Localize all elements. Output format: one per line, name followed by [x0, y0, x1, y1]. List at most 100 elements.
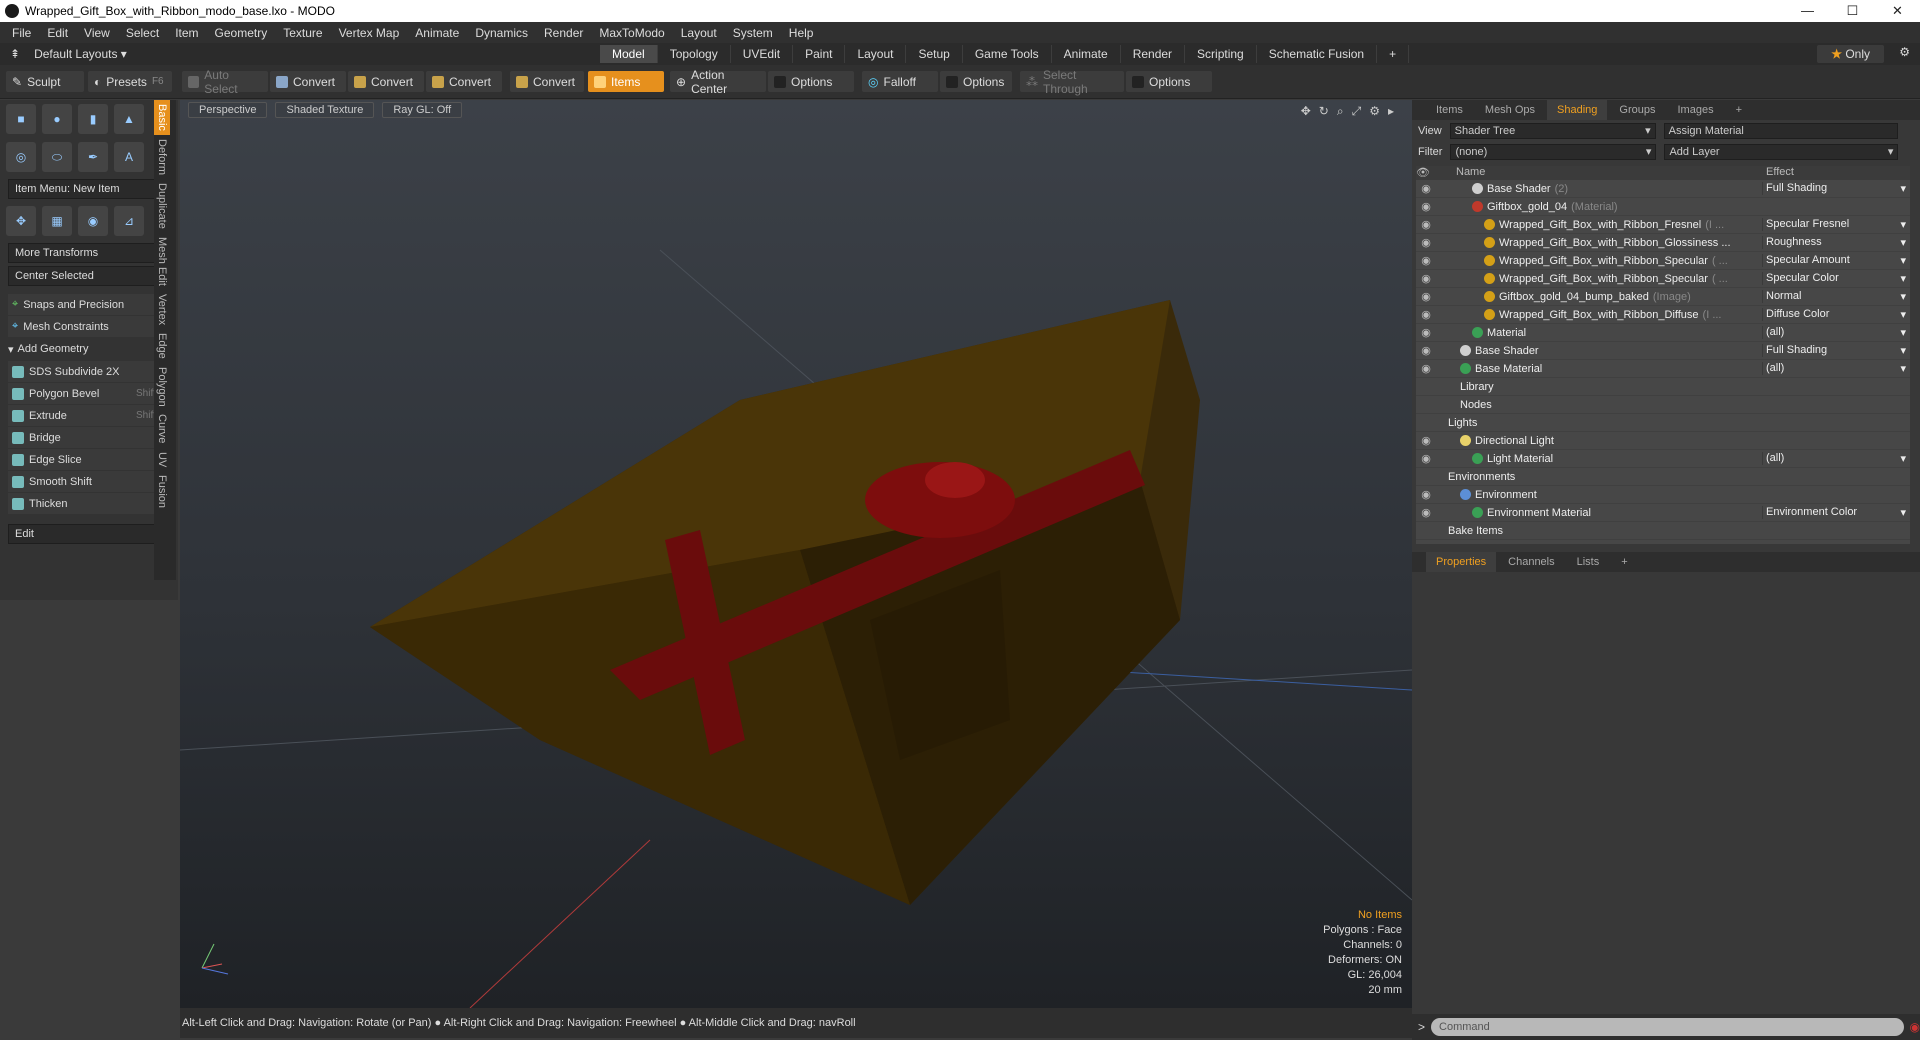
convert-polygons-button[interactable]: Convert — [426, 71, 502, 92]
add-tab-button[interactable]: + — [1377, 45, 1410, 63]
command-input[interactable]: Command — [1431, 1018, 1904, 1036]
convert-materials-button[interactable]: Convert — [510, 71, 584, 92]
items-mode-button[interactable]: Items — [588, 71, 664, 92]
menu-item[interactable]: Item — [167, 26, 206, 40]
tab-game-tools[interactable]: Game Tools — [963, 45, 1052, 63]
vtab-vertex[interactable]: Vertex — [154, 290, 170, 329]
visibility-eye-icon[interactable]: ◉ — [1416, 290, 1436, 303]
shader-tree-row[interactable]: Lights — [1416, 414, 1910, 432]
3d-viewport[interactable]: Perspective Shaded Texture Ray GL: Off ✥… — [180, 100, 1412, 1008]
menu-texture[interactable]: Texture — [275, 26, 330, 40]
vtab-deform[interactable]: Deform — [154, 135, 170, 179]
name-column-header[interactable]: Name — [1436, 166, 1762, 180]
vtab-mesh-edit[interactable]: Mesh Edit — [154, 233, 170, 290]
tab-properties[interactable]: Properties — [1426, 552, 1497, 572]
effect-cell[interactable]: (all) ▾ — [1762, 326, 1910, 339]
tab-paint[interactable]: Paint — [793, 45, 846, 63]
more-transforms-dropdown[interactable]: More Transforms▾ — [8, 243, 170, 263]
zoom-icon[interactable]: ⌕ — [1337, 104, 1344, 119]
shader-tree-row[interactable]: ◉ Wrapped_Gift_Box_with_Ribbon_Specular( … — [1416, 252, 1910, 270]
effect-cell[interactable]: (all) ▾ — [1762, 452, 1910, 465]
gear-icon[interactable]: ⚙ — [1899, 45, 1910, 59]
filter-dropdown[interactable]: (none) ▾ — [1450, 143, 1657, 160]
visibility-eye-icon[interactable]: ◉ — [1416, 488, 1436, 501]
rotate-icon[interactable]: ↻ — [1319, 104, 1329, 119]
only-button[interactable]: ★ Only — [1817, 45, 1884, 63]
effect-cell[interactable]: Full Shading ▾ — [1762, 182, 1910, 195]
move-tool-icon[interactable]: ✥ — [6, 206, 36, 236]
select-through-button[interactable]: ⁂ Select Through — [1020, 68, 1124, 96]
item-menu-dropdown[interactable]: Item Menu: New Item▾ — [8, 179, 170, 199]
shader-tree-row[interactable]: Bake Items — [1416, 522, 1910, 540]
effect-cell[interactable]: Specular Fresnel ▾ — [1762, 218, 1910, 231]
vtab-edge[interactable]: Edge — [154, 329, 170, 363]
visibility-eye-icon[interactable]: ◉ — [1416, 182, 1436, 195]
shader-tree-row[interactable]: ◉ Material (all) ▾ — [1416, 324, 1910, 342]
menu-vertex-map[interactable]: Vertex Map — [331, 26, 408, 40]
view-dropdown[interactable]: Shader Tree ▾ — [1449, 122, 1656, 139]
shader-tree-row[interactable]: ◉ Environment Material Environment Color ▾ — [1416, 504, 1910, 522]
mesh-constraints-button[interactable]: ⌖ Mesh Constraints — [8, 316, 170, 337]
visibility-eye-icon[interactable]: ◉ — [1416, 452, 1436, 465]
bridge-button[interactable]: Bridge — [8, 427, 170, 448]
shader-tree-row[interactable]: Nodes — [1416, 396, 1910, 414]
tab-layout[interactable]: Layout — [845, 45, 907, 63]
close-button[interactable]: ✕ — [1875, 0, 1920, 22]
effect-column-header[interactable]: Effect — [1762, 166, 1794, 180]
polygon-bevel-button[interactable]: Polygon Bevel Shift-B — [8, 383, 170, 404]
capsule-icon[interactable]: ⬭ — [42, 142, 72, 172]
layout-selector[interactable]: ⇞ Default Layouts ▾ — [10, 47, 600, 61]
shader-tree-row[interactable]: Library — [1416, 378, 1910, 396]
tab-items[interactable]: Items — [1426, 100, 1473, 120]
shader-tree-row[interactable]: ◉ Giftbox_gold_04 (Material) — [1416, 198, 1910, 216]
tab-images[interactable]: Images — [1668, 100, 1724, 120]
visibility-eye-icon[interactable]: ◉ — [1416, 254, 1436, 267]
tab-channels[interactable]: Channels — [1498, 552, 1564, 572]
shader-tree-row[interactable]: ◉ Giftbox_gold_04_bump_baked (Image) Normal… — [1416, 288, 1910, 306]
smooth-shift-button[interactable]: Smooth Shift — [8, 471, 170, 492]
edit-dropdown[interactable]: Edit▾ — [8, 524, 170, 544]
visibility-eye-icon[interactable]: ◉ — [1416, 326, 1436, 339]
tab-schematic-fusion[interactable]: Schematic Fusion — [1257, 45, 1378, 63]
effect-cell[interactable]: (all) ▾ — [1762, 362, 1910, 375]
pan-icon[interactable]: ✥ — [1301, 104, 1311, 119]
shader-tree-row[interactable]: ◉ Base Shader Full Shading ▾ — [1416, 342, 1910, 360]
visibility-eye-icon[interactable]: ◉ — [1416, 308, 1436, 321]
tab-mesh-ops[interactable]: Mesh Ops — [1475, 100, 1545, 120]
add-panel-tab-button[interactable]: + — [1726, 100, 1752, 120]
shader-tree-row[interactable]: ◉ Environment — [1416, 486, 1910, 504]
visibility-eye-icon[interactable]: ◉ — [1416, 506, 1436, 519]
add-layer-dropdown[interactable]: Add Layer ▾ — [1664, 143, 1899, 160]
shader-tree-row[interactable]: ◉ Wrapped_Gift_Box_with_Ribbon_Diffuse (I … — [1416, 306, 1910, 324]
visibility-eye-icon[interactable]: ◉ — [1416, 272, 1436, 285]
edge-slice-button[interactable]: Edge Slice — [8, 449, 170, 470]
add-geometry-header[interactable]: ▾ Add Geometry — [8, 340, 170, 358]
assign-material-button[interactable]: Assign Material — [1663, 122, 1898, 139]
center-selected-dropdown[interactable]: Center Selected▾ — [8, 266, 170, 286]
scale-tool-icon[interactable]: ⊿ — [114, 206, 144, 236]
effect-cell[interactable]: Roughness ▾ — [1762, 236, 1910, 249]
shader-tree-row[interactable]: ◉ Base Shader (2) Full Shading ▾ — [1416, 180, 1910, 198]
visibility-eye-icon[interactable]: ◉ — [1416, 218, 1436, 231]
shader-tree-row[interactable]: Environments — [1416, 468, 1910, 486]
vtab-curve[interactable]: Curve — [154, 410, 170, 447]
action-center-button[interactable]: ⊕ Action Center — [670, 68, 766, 96]
shader-tree-row[interactable]: ◉ Wrapped_Gift_Box_with_Ribbon_Glossiness… — [1416, 234, 1910, 252]
menu-system[interactable]: System — [725, 26, 781, 40]
minimize-button[interactable]: — — [1785, 0, 1830, 22]
snaps-button[interactable]: ⌖ Snaps and Precision — [8, 294, 170, 315]
tab-model[interactable]: Model — [600, 45, 658, 63]
globe-icon[interactable]: ◉ — [78, 206, 108, 236]
visibility-eye-icon[interactable]: ◉ — [1416, 344, 1436, 357]
select-through-options-button[interactable]: Options — [1126, 71, 1212, 92]
tab-shading[interactable]: Shading — [1547, 100, 1608, 120]
shader-tree-row[interactable]: ◉ Directional Light — [1416, 432, 1910, 450]
falloff-button[interactable]: ◎ Falloff — [862, 71, 938, 92]
tab-render[interactable]: Render — [1121, 45, 1186, 63]
shading-mode-dropdown[interactable]: Shaded Texture — [275, 102, 375, 118]
collapse-icon[interactable]: ⇞ — [10, 47, 20, 61]
tab-animate[interactable]: Animate — [1052, 45, 1121, 63]
vtab-basic[interactable]: Basic — [154, 100, 170, 135]
effect-cell[interactable]: Diffuse Color ▾ — [1762, 308, 1910, 321]
shader-tree-row[interactable]: ◉ Base Material (all) ▾ — [1416, 360, 1910, 378]
